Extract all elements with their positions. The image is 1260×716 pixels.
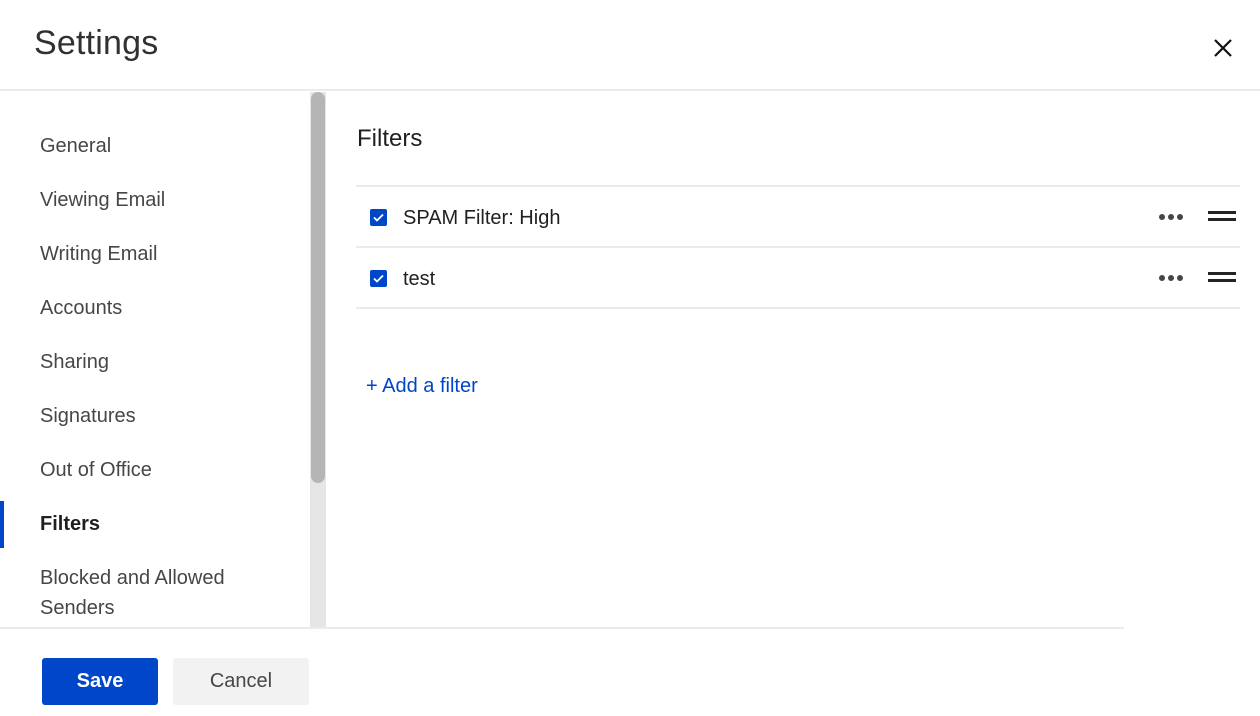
filter-list: SPAM Filter: High test bbox=[356, 185, 1240, 309]
drag-line bbox=[1208, 272, 1236, 275]
filter-enabled-checkbox[interactable] bbox=[370, 270, 387, 287]
active-indicator bbox=[0, 501, 4, 548]
drag-line bbox=[1208, 279, 1236, 282]
sidebar-item-viewing-email[interactable]: Viewing Email bbox=[40, 185, 165, 215]
sidebar-item-blocked-and-allowed-senders[interactable]: Blocked and Allowed Senders bbox=[40, 563, 270, 623]
filter-enabled-checkbox[interactable] bbox=[370, 209, 387, 226]
sidebar-item-signatures[interactable]: Signatures bbox=[40, 401, 136, 431]
more-icon-dot bbox=[1168, 214, 1174, 220]
sidebar-item-accounts[interactable]: Accounts bbox=[40, 293, 122, 323]
sidebar-item-general[interactable]: General bbox=[40, 131, 111, 161]
sidebar-item-filters[interactable]: Filters bbox=[40, 509, 100, 539]
filter-row: SPAM Filter: High bbox=[356, 187, 1240, 248]
more-options-button[interactable] bbox=[1157, 207, 1185, 227]
sidebar-item-sharing[interactable]: Sharing bbox=[40, 347, 109, 377]
filter-name[interactable]: test bbox=[403, 266, 435, 292]
drag-handle-icon[interactable] bbox=[1208, 211, 1236, 223]
save-button[interactable]: Save bbox=[42, 658, 158, 705]
more-icon-dot bbox=[1159, 214, 1165, 220]
settings-sidebar: General Viewing Email Writing Email Acco… bbox=[0, 92, 326, 628]
sidebar-scrollbar-thumb[interactable] bbox=[311, 92, 325, 483]
drag-line bbox=[1208, 211, 1236, 214]
footer-divider bbox=[0, 627, 1124, 629]
page-title: Settings bbox=[34, 24, 159, 62]
cancel-button[interactable]: Cancel bbox=[173, 658, 309, 705]
add-filter-link[interactable]: + Add a filter bbox=[366, 375, 478, 398]
more-icon-dot bbox=[1168, 275, 1174, 281]
drag-handle-icon[interactable] bbox=[1208, 272, 1236, 284]
filters-panel: Filters SPAM Filter: High test + Add a f… bbox=[326, 92, 1260, 628]
more-icon-dot bbox=[1177, 275, 1183, 281]
close-icon bbox=[1214, 39, 1232, 57]
filter-row: test bbox=[356, 248, 1240, 309]
sidebar-item-out-of-office[interactable]: Out of Office bbox=[40, 455, 152, 485]
settings-header: Settings bbox=[0, 0, 1260, 91]
filter-name[interactable]: SPAM Filter: High bbox=[403, 205, 560, 231]
drag-line bbox=[1208, 218, 1236, 221]
checkmark-icon bbox=[373, 274, 384, 283]
more-options-button[interactable] bbox=[1157, 268, 1185, 288]
sidebar-item-writing-email[interactable]: Writing Email bbox=[40, 239, 157, 269]
section-title: Filters bbox=[357, 125, 423, 152]
more-icon-dot bbox=[1159, 275, 1165, 281]
more-icon-dot bbox=[1177, 214, 1183, 220]
close-button[interactable] bbox=[1206, 31, 1240, 65]
checkmark-icon bbox=[373, 213, 384, 222]
